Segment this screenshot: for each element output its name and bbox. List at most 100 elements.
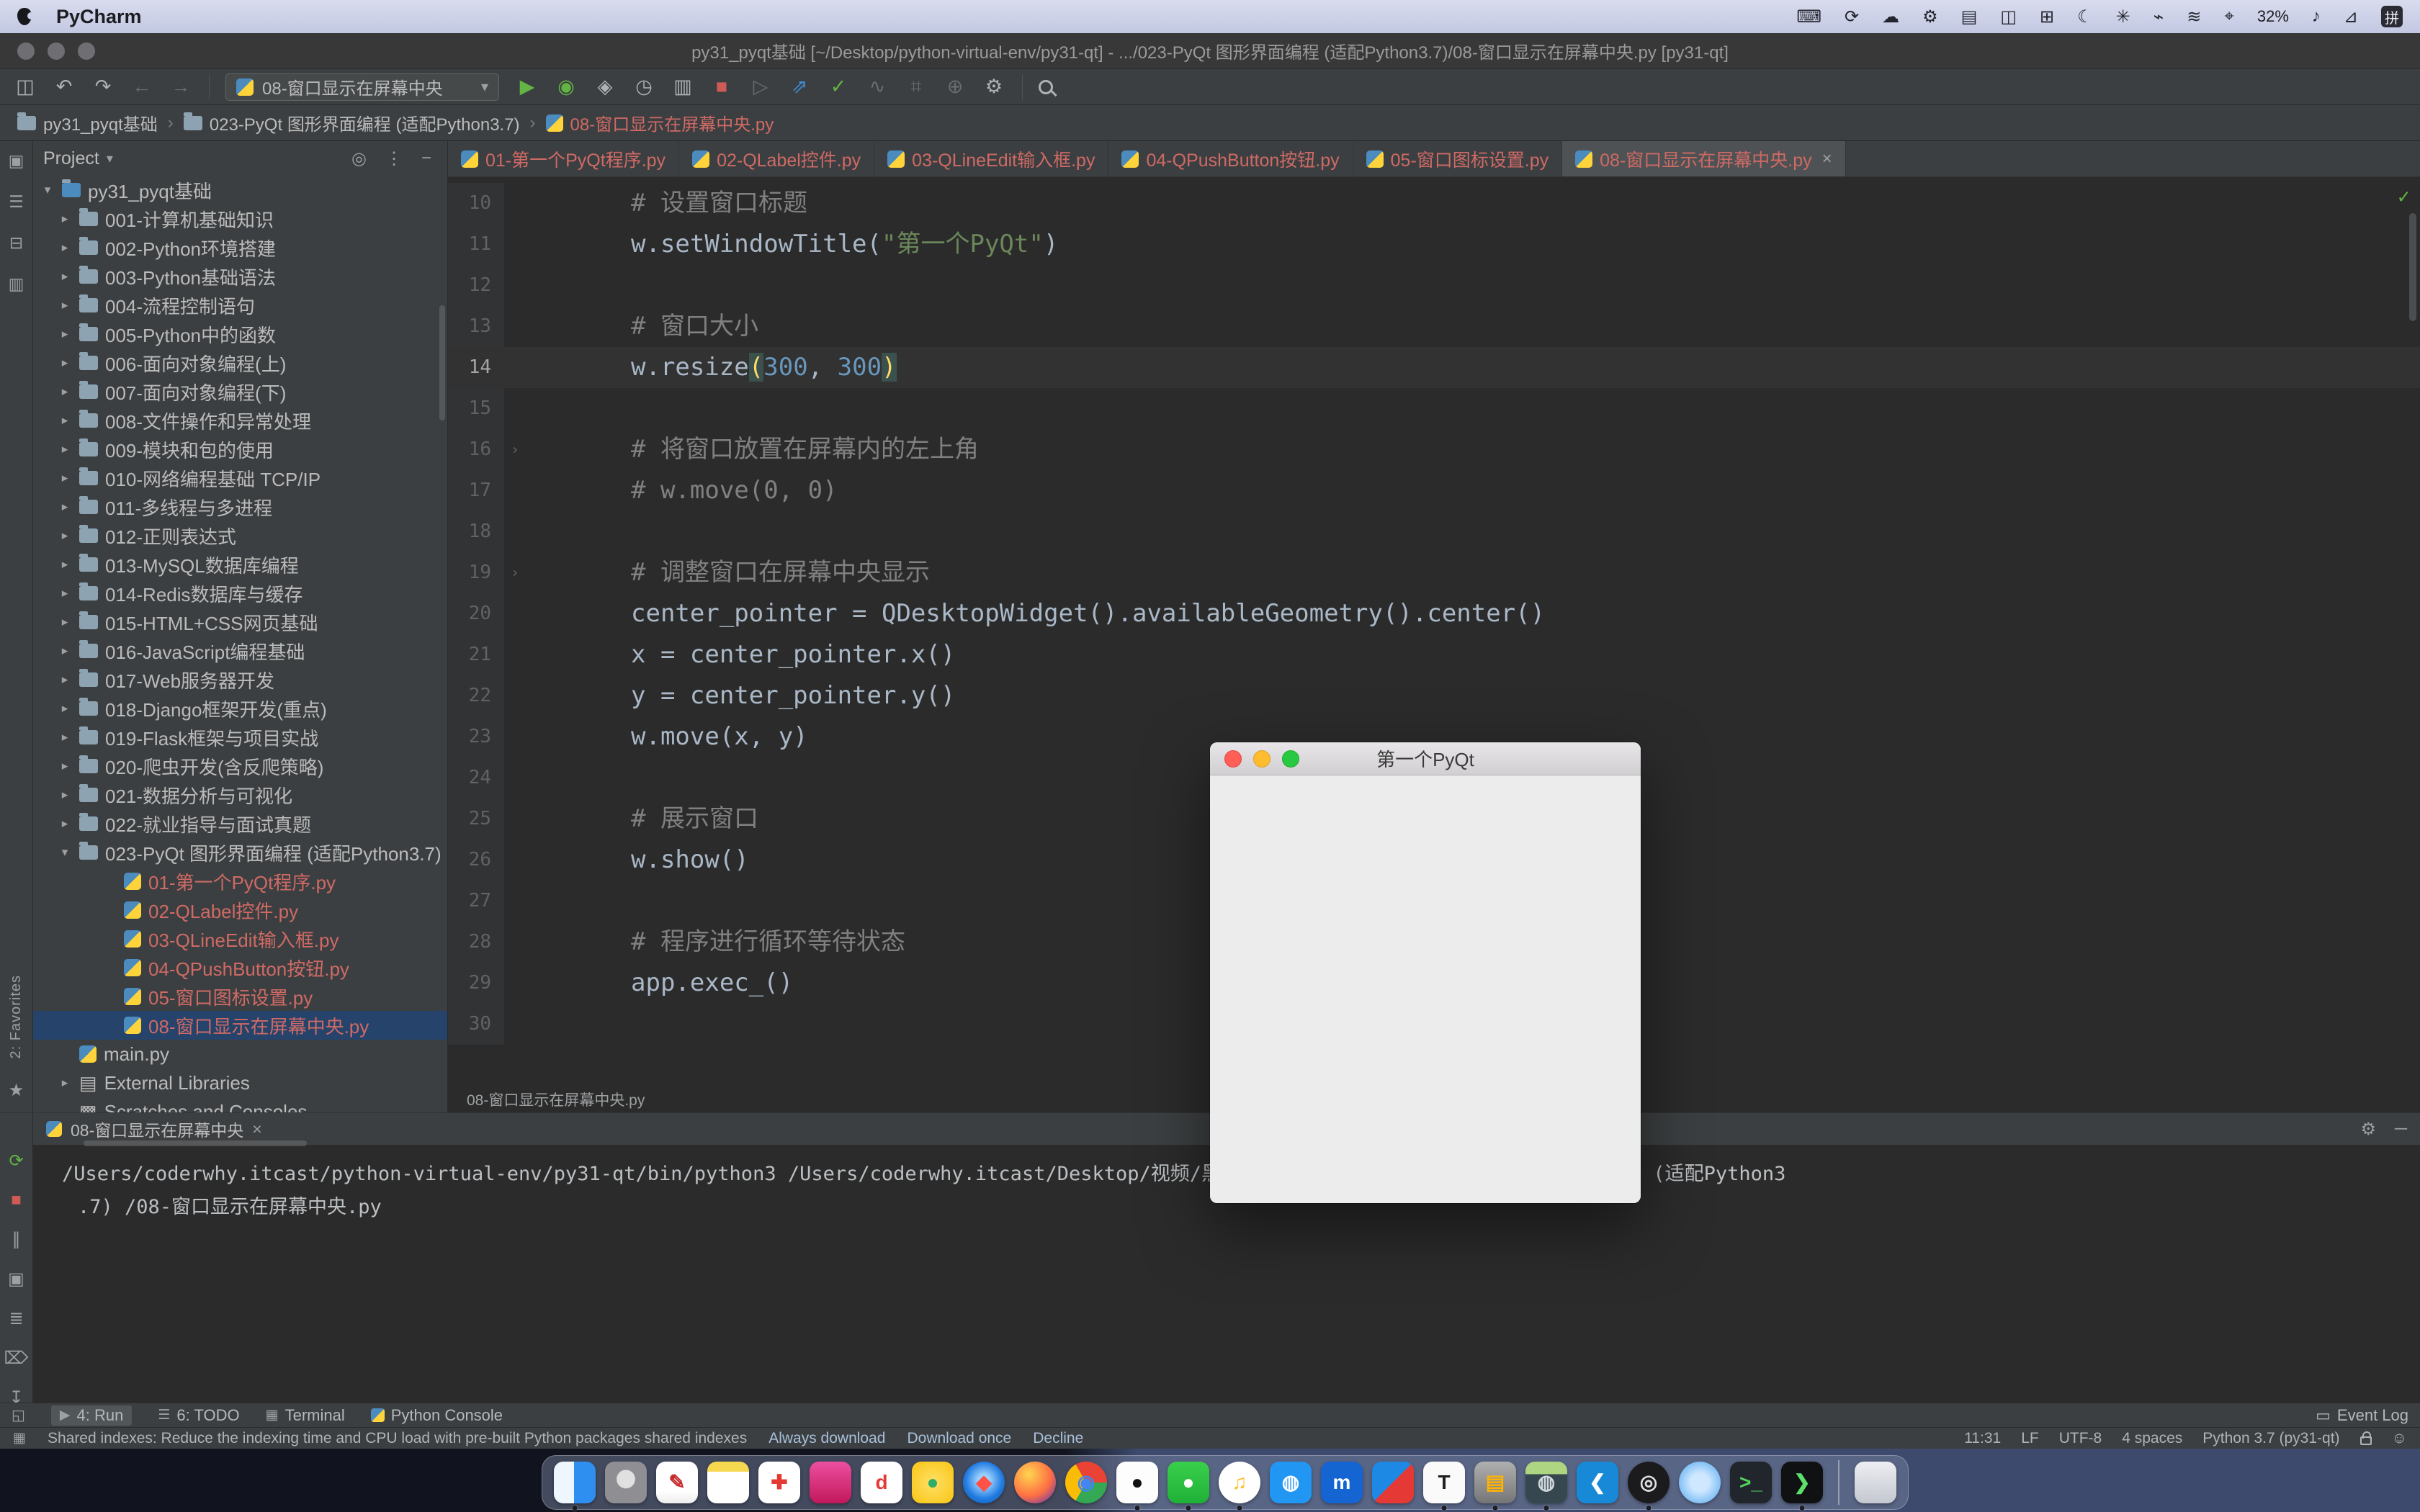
- dock-icon-app-m-blue[interactable]: m: [1321, 1462, 1363, 1503]
- dock-icon-app-white-red[interactable]: ✚: [758, 1462, 800, 1503]
- lock-icon[interactable]: [2360, 1436, 2372, 1445]
- dock-icon-qq[interactable]: ●: [1116, 1462, 1158, 1503]
- tree-toggle-icon[interactable]: ▸: [58, 471, 72, 485]
- run-strip-icon[interactable]: ⟳: [9, 1151, 23, 1171]
- tree-toggle-icon[interactable]: ▸: [58, 557, 72, 572]
- breadcrumb-item[interactable]: py31_pyqt基础: [17, 110, 158, 135]
- dock-icon-finder[interactable]: [554, 1462, 596, 1503]
- minimize-window-button[interactable]: [48, 42, 65, 60]
- tree-item[interactable]: ▩Scratches and Consoles: [33, 1097, 447, 1112]
- tree-item[interactable]: ▸017-Web服务器开发: [33, 665, 447, 694]
- dock-icon-youdao-dict[interactable]: d: [861, 1462, 902, 1503]
- pyqt-zoom-button[interactable]: [1282, 750, 1299, 768]
- tree-item[interactable]: ▸005-Python中的函数: [33, 320, 447, 348]
- toolwindow-button[interactable]: ☰6: TODO: [158, 1405, 239, 1426]
- splitter-handle[interactable]: [84, 1140, 307, 1146]
- tree-item[interactable]: ▸010-网络编程基础 TCP/IP: [33, 464, 447, 492]
- project-header-icon[interactable]: ⋮: [385, 148, 403, 169]
- code-line[interactable]: 21x = center_pointer.x(): [448, 634, 2420, 675]
- tree-item[interactable]: 08-窗口显示在屏幕中央.py: [33, 1011, 447, 1040]
- menubar-status-icon[interactable]: ⟳: [1845, 6, 1859, 27]
- menubar-status-icon[interactable]: ⌨: [1796, 6, 1821, 27]
- battery-percentage[interactable]: 32%: [2257, 7, 2289, 26]
- tree-item[interactable]: ▸022-就业指导与面试真题: [33, 809, 447, 838]
- status-widget[interactable]: Python 3.7 (py31-qt): [2202, 1430, 2339, 1447]
- input-method-icon[interactable]: 拼: [2381, 6, 2403, 27]
- tree-toggle-icon[interactable]: ▸: [58, 1076, 72, 1090]
- toolbar-run-icon[interactable]: ◉: [554, 76, 578, 99]
- dock-icon-firefox[interactable]: [1014, 1462, 1056, 1503]
- tree-item[interactable]: ▸001-计算机基础知识: [33, 204, 447, 233]
- toolbar-icon[interactable]: ↷: [91, 76, 115, 98]
- code-line[interactable]: 19›# 调整窗口在屏幕中央显示: [448, 552, 2420, 593]
- run-header-icon[interactable]: ⚙: [2360, 1119, 2376, 1140]
- search-everywhere-icon[interactable]: [1039, 80, 1053, 94]
- toolbar-run-icon[interactable]: ◷: [632, 76, 656, 99]
- dock-icon-notes[interactable]: [707, 1462, 749, 1503]
- menubar-status-icon[interactable]: ⊞: [2040, 6, 2054, 27]
- run-header-icon[interactable]: ─: [2395, 1119, 2407, 1140]
- menubar-status-icon[interactable]: ✳: [2116, 6, 2130, 27]
- stripe-project-icon[interactable]: ▣: [9, 151, 24, 171]
- breadcrumb-item[interactable]: 08-窗口显示在屏幕中央.py: [546, 110, 774, 135]
- menubar-status-icon[interactable]: ⌁: [2154, 6, 2164, 27]
- highlighting-level-icon[interactable]: ☺: [2392, 1430, 2407, 1447]
- tree-item[interactable]: ▸019-Flask框架与项目实战: [33, 723, 447, 752]
- tree-item[interactable]: ▸007-面向对象编程(下): [33, 377, 447, 406]
- tree-toggle-icon[interactable]: ▸: [58, 730, 72, 744]
- ide-titlebar[interactable]: py31_pyqt基础 [~/Desktop/python-virtual-en…: [0, 33, 2420, 69]
- tree-item[interactable]: 04-QPushButton按钮.py: [33, 953, 447, 982]
- dock-icon-app-lightblue[interactable]: [1679, 1462, 1721, 1503]
- menubar-status-icon[interactable]: ☾: [2077, 6, 2093, 27]
- tree-item[interactable]: ▾023-PyQt 图形界面编程 (适配Python3.7): [33, 838, 447, 867]
- dock-icon-vscode[interactable]: ❮: [1577, 1462, 1618, 1503]
- toolwindow-switcher-icon[interactable]: ◱: [12, 1406, 25, 1424]
- toolbar-run-icon[interactable]: ⊕: [943, 76, 967, 99]
- status-grid-icon[interactable]: ▦: [13, 1430, 26, 1446]
- tree-toggle-icon[interactable]: ▸: [58, 615, 72, 629]
- project-header-icon[interactable]: ◎: [351, 148, 367, 169]
- dock-icon-app-blue[interactable]: ◍: [1270, 1462, 1312, 1503]
- tree-item[interactable]: ▸020-爬虫开发(含反爬策略): [33, 752, 447, 780]
- tree-item[interactable]: 01-第一个PyQt程序.py: [33, 867, 447, 896]
- tree-item[interactable]: ▸002-Python环境搭建: [33, 233, 447, 262]
- tree-toggle-icon[interactable]: ▸: [58, 356, 72, 370]
- toolbar-icon[interactable]: ◫: [13, 76, 37, 98]
- tree-item[interactable]: ▸013-MySQL数据库编程: [33, 550, 447, 579]
- tree-item[interactable]: main.py: [33, 1040, 447, 1068]
- code-line[interactable]: 16›# 将窗口放置在屏幕内的左上角: [448, 429, 2420, 470]
- close-icon[interactable]: ×: [252, 1120, 261, 1139]
- tree-item[interactable]: ▸006-面向对象编程(上): [33, 348, 447, 377]
- toolbar-run-icon[interactable]: ⌗: [904, 76, 928, 99]
- run-configuration-select[interactable]: 08-窗口显示在屏幕中央 ▾: [225, 73, 499, 101]
- run-tab-label[interactable]: 08-窗口显示在屏幕中央: [71, 1117, 243, 1141]
- code-line[interactable]: 22y = center_pointer.y(): [448, 675, 2420, 716]
- menubar-status-icon[interactable]: ☁: [1882, 6, 1899, 27]
- pyqt-titlebar[interactable]: 第一个PyQt: [1210, 742, 1641, 775]
- tree-item[interactable]: ▸012-正则表达式: [33, 521, 447, 550]
- status-link[interactable]: Download once: [907, 1430, 1011, 1447]
- editor-tab[interactable]: 05-窗口图标设置.py: [1353, 141, 1562, 176]
- code-line[interactable]: 15: [448, 388, 2420, 429]
- code-line[interactable]: 20center_pointer = QDesktopWidget().avai…: [448, 593, 2420, 634]
- project-panel-header[interactable]: Project ▾ ◎⋮−: [33, 141, 447, 176]
- tree-toggle-icon[interactable]: ▸: [58, 413, 72, 428]
- apple-menu-icon[interactable]: [17, 8, 32, 25]
- toolbar-icon[interactable]: →: [169, 76, 193, 98]
- project-header-icon[interactable]: −: [421, 148, 431, 169]
- toolwindow-button[interactable]: Python Console: [371, 1405, 503, 1426]
- dock-icon-app-yellow[interactable]: ●: [912, 1462, 954, 1503]
- toolbar-run-icon[interactable]: ▷: [748, 76, 773, 99]
- status-widget[interactable]: UTF-8: [2059, 1430, 2102, 1447]
- stripe-favorites-label[interactable]: 2: Favorites: [8, 975, 24, 1058]
- tree-item[interactable]: ▸▤External Libraries: [33, 1068, 447, 1097]
- tree-item[interactable]: ▸004-流程控制语句: [33, 291, 447, 320]
- tree-toggle-icon[interactable]: ▸: [58, 528, 72, 543]
- tree-toggle-icon[interactable]: ▸: [58, 701, 72, 716]
- tree-toggle-icon[interactable]: ▸: [58, 269, 72, 284]
- editor-scrollbar[interactable]: [2409, 213, 2416, 321]
- tree-toggle-icon[interactable]: ▸: [58, 240, 72, 255]
- tree-item[interactable]: ▸021-数据分析与可视化: [33, 780, 447, 809]
- run-strip-icon[interactable]: ≣: [9, 1308, 23, 1329]
- toolwindow-button[interactable]: ▦Terminal: [266, 1405, 345, 1426]
